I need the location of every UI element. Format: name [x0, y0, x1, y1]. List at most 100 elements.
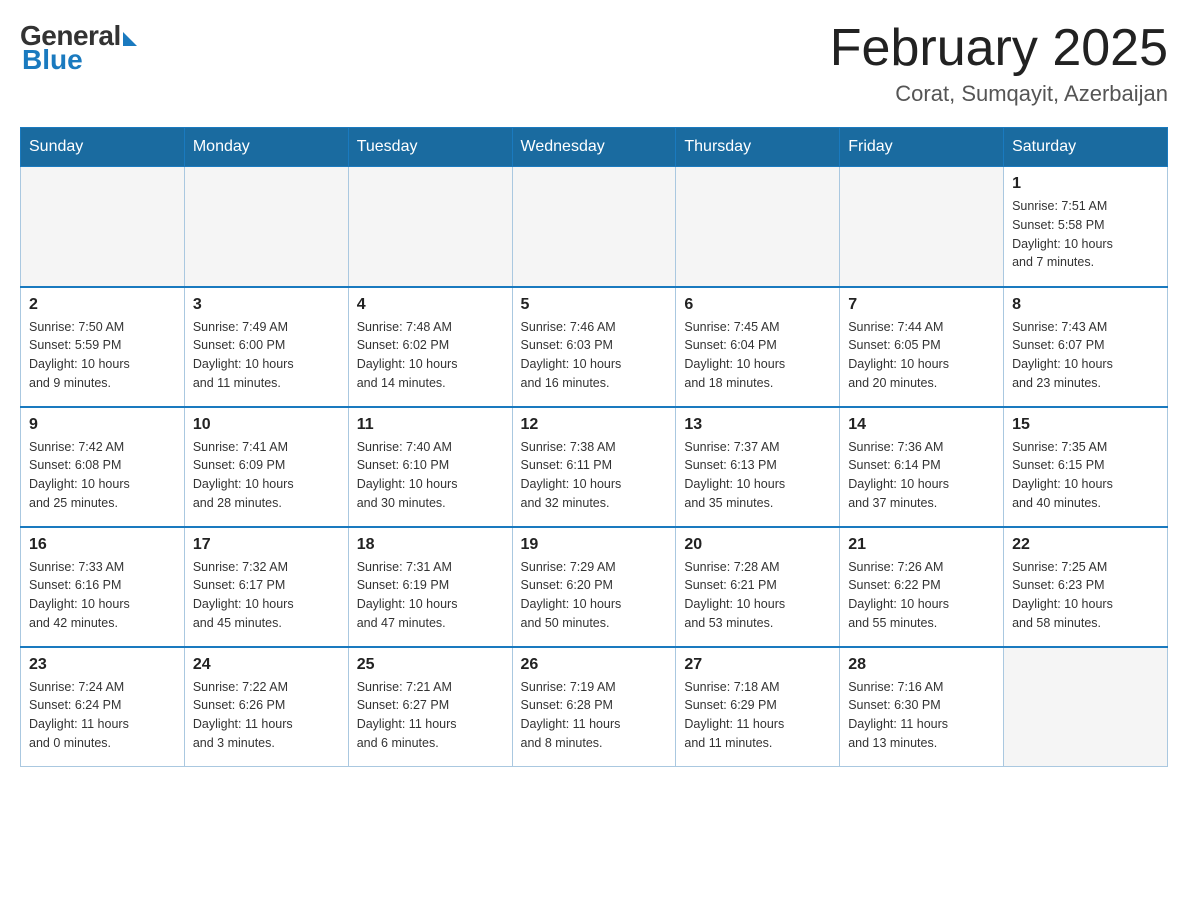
day-number: 22	[1012, 536, 1159, 554]
logo: General Blue	[20, 20, 137, 76]
calendar-cell: 16 Sunrise: 7:33 AMSunset: 6:16 PMDayligh…	[21, 527, 185, 647]
day-info: Sunrise: 7:29 AMSunset: 6:20 PMDaylight:…	[521, 558, 668, 633]
calendar-cell	[1004, 647, 1168, 767]
day-number: 18	[357, 536, 504, 554]
calendar-cell: 19 Sunrise: 7:29 AMSunset: 6:20 PMDayligh…	[512, 527, 676, 647]
day-number: 25	[357, 656, 504, 674]
day-number: 13	[684, 416, 831, 434]
day-info: Sunrise: 7:45 AMSunset: 6:04 PMDaylight:…	[684, 318, 831, 393]
calendar-cell: 14 Sunrise: 7:36 AMSunset: 6:14 PMDayligh…	[840, 407, 1004, 527]
calendar-cell: 7 Sunrise: 7:44 AMSunset: 6:05 PMDaylight…	[840, 287, 1004, 407]
day-info: Sunrise: 7:33 AMSunset: 6:16 PMDaylight:…	[29, 558, 176, 633]
day-info: Sunrise: 7:26 AMSunset: 6:22 PMDaylight:…	[848, 558, 995, 633]
location-text: Corat, Sumqayit, Azerbaijan	[830, 81, 1168, 107]
calendar-cell: 10 Sunrise: 7:41 AMSunset: 6:09 PMDayligh…	[184, 407, 348, 527]
calendar-cell: 11 Sunrise: 7:40 AMSunset: 6:10 PMDayligh…	[348, 407, 512, 527]
logo-blue-text: Blue	[22, 44, 83, 76]
day-number: 5	[521, 296, 668, 314]
day-info: Sunrise: 7:31 AMSunset: 6:19 PMDaylight:…	[357, 558, 504, 633]
day-info: Sunrise: 7:49 AMSunset: 6:00 PMDaylight:…	[193, 318, 340, 393]
weekday-header-row: SundayMondayTuesdayWednesdayThursdayFrid…	[21, 128, 1168, 167]
calendar-cell: 2 Sunrise: 7:50 AMSunset: 5:59 PMDaylight…	[21, 287, 185, 407]
day-number: 7	[848, 296, 995, 314]
calendar-cell	[184, 167, 348, 287]
page-header: General Blue February 2025 Corat, Sumqay…	[20, 20, 1168, 107]
day-info: Sunrise: 7:37 AMSunset: 6:13 PMDaylight:…	[684, 438, 831, 513]
day-number: 27	[684, 656, 831, 674]
day-info: Sunrise: 7:19 AMSunset: 6:28 PMDaylight:…	[521, 678, 668, 753]
calendar-week-1: 1 Sunrise: 7:51 AMSunset: 5:58 PMDaylight…	[21, 167, 1168, 287]
weekday-header-friday: Friday	[840, 128, 1004, 167]
day-number: 28	[848, 656, 995, 674]
calendar-week-2: 2 Sunrise: 7:50 AMSunset: 5:59 PMDaylight…	[21, 287, 1168, 407]
day-number: 14	[848, 416, 995, 434]
month-title: February 2025	[830, 20, 1168, 77]
day-number: 15	[1012, 416, 1159, 434]
day-number: 20	[684, 536, 831, 554]
calendar-cell: 26 Sunrise: 7:19 AMSunset: 6:28 PMDayligh…	[512, 647, 676, 767]
calendar-cell: 17 Sunrise: 7:32 AMSunset: 6:17 PMDayligh…	[184, 527, 348, 647]
day-number: 16	[29, 536, 176, 554]
day-info: Sunrise: 7:32 AMSunset: 6:17 PMDaylight:…	[193, 558, 340, 633]
day-info: Sunrise: 7:50 AMSunset: 5:59 PMDaylight:…	[29, 318, 176, 393]
calendar-cell: 22 Sunrise: 7:25 AMSunset: 6:23 PMDayligh…	[1004, 527, 1168, 647]
day-info: Sunrise: 7:36 AMSunset: 6:14 PMDaylight:…	[848, 438, 995, 513]
day-info: Sunrise: 7:22 AMSunset: 6:26 PMDaylight:…	[193, 678, 340, 753]
day-info: Sunrise: 7:38 AMSunset: 6:11 PMDaylight:…	[521, 438, 668, 513]
day-number: 26	[521, 656, 668, 674]
day-number: 1	[1012, 175, 1159, 193]
day-info: Sunrise: 7:44 AMSunset: 6:05 PMDaylight:…	[848, 318, 995, 393]
calendar-cell: 27 Sunrise: 7:18 AMSunset: 6:29 PMDayligh…	[676, 647, 840, 767]
calendar-cell	[512, 167, 676, 287]
day-info: Sunrise: 7:41 AMSunset: 6:09 PMDaylight:…	[193, 438, 340, 513]
calendar-week-5: 23 Sunrise: 7:24 AMSunset: 6:24 PMDayligh…	[21, 647, 1168, 767]
day-info: Sunrise: 7:40 AMSunset: 6:10 PMDaylight:…	[357, 438, 504, 513]
calendar-cell: 5 Sunrise: 7:46 AMSunset: 6:03 PMDaylight…	[512, 287, 676, 407]
calendar-cell: 28 Sunrise: 7:16 AMSunset: 6:30 PMDayligh…	[840, 647, 1004, 767]
day-number: 19	[521, 536, 668, 554]
title-section: February 2025 Corat, Sumqayit, Azerbaija…	[830, 20, 1168, 107]
weekday-header-tuesday: Tuesday	[348, 128, 512, 167]
day-number: 6	[684, 296, 831, 314]
weekday-header-sunday: Sunday	[21, 128, 185, 167]
calendar-week-4: 16 Sunrise: 7:33 AMSunset: 6:16 PMDayligh…	[21, 527, 1168, 647]
calendar-cell: 21 Sunrise: 7:26 AMSunset: 6:22 PMDayligh…	[840, 527, 1004, 647]
day-info: Sunrise: 7:46 AMSunset: 6:03 PMDaylight:…	[521, 318, 668, 393]
calendar-cell: 15 Sunrise: 7:35 AMSunset: 6:15 PMDayligh…	[1004, 407, 1168, 527]
weekday-header-saturday: Saturday	[1004, 128, 1168, 167]
calendar-cell: 1 Sunrise: 7:51 AMSunset: 5:58 PMDaylight…	[1004, 167, 1168, 287]
day-number: 21	[848, 536, 995, 554]
calendar-cell: 3 Sunrise: 7:49 AMSunset: 6:00 PMDaylight…	[184, 287, 348, 407]
day-number: 2	[29, 296, 176, 314]
day-info: Sunrise: 7:16 AMSunset: 6:30 PMDaylight:…	[848, 678, 995, 753]
day-number: 12	[521, 416, 668, 434]
day-number: 23	[29, 656, 176, 674]
weekday-header-monday: Monday	[184, 128, 348, 167]
day-number: 11	[357, 416, 504, 434]
calendar-cell: 12 Sunrise: 7:38 AMSunset: 6:11 PMDayligh…	[512, 407, 676, 527]
logo-arrow-icon	[123, 32, 137, 46]
calendar-cell: 13 Sunrise: 7:37 AMSunset: 6:13 PMDayligh…	[676, 407, 840, 527]
day-info: Sunrise: 7:51 AMSunset: 5:58 PMDaylight:…	[1012, 197, 1159, 272]
calendar-cell: 9Sunrise: 7:42 AMSunset: 6:08 PMDaylight…	[21, 407, 185, 527]
calendar-cell: 25 Sunrise: 7:21 AMSunset: 6:27 PMDayligh…	[348, 647, 512, 767]
calendar-cell: 8 Sunrise: 7:43 AMSunset: 6:07 PMDaylight…	[1004, 287, 1168, 407]
day-number: 8	[1012, 296, 1159, 314]
calendar-cell: 20Sunrise: 7:28 AMSunset: 6:21 PMDayligh…	[676, 527, 840, 647]
calendar-cell	[21, 167, 185, 287]
day-info: Sunrise: 7:21 AMSunset: 6:27 PMDaylight:…	[357, 678, 504, 753]
calendar-cell: 24 Sunrise: 7:22 AMSunset: 6:26 PMDayligh…	[184, 647, 348, 767]
day-number: 4	[357, 296, 504, 314]
day-number: 24	[193, 656, 340, 674]
day-info: Sunrise: 7:35 AMSunset: 6:15 PMDaylight:…	[1012, 438, 1159, 513]
calendar-cell: 18 Sunrise: 7:31 AMSunset: 6:19 PMDayligh…	[348, 527, 512, 647]
day-info: Sunrise: 7:24 AMSunset: 6:24 PMDaylight:…	[29, 678, 176, 753]
day-info: Sunrise: 7:42 AMSunset: 6:08 PMDaylight:…	[29, 438, 176, 513]
day-number: 3	[193, 296, 340, 314]
day-number: 10	[193, 416, 340, 434]
day-info: Sunrise: 7:43 AMSunset: 6:07 PMDaylight:…	[1012, 318, 1159, 393]
day-number: 17	[193, 536, 340, 554]
day-info: Sunrise: 7:18 AMSunset: 6:29 PMDaylight:…	[684, 678, 831, 753]
day-info: Sunrise: 7:25 AMSunset: 6:23 PMDaylight:…	[1012, 558, 1159, 633]
calendar-cell: 4Sunrise: 7:48 AMSunset: 6:02 PMDaylight…	[348, 287, 512, 407]
